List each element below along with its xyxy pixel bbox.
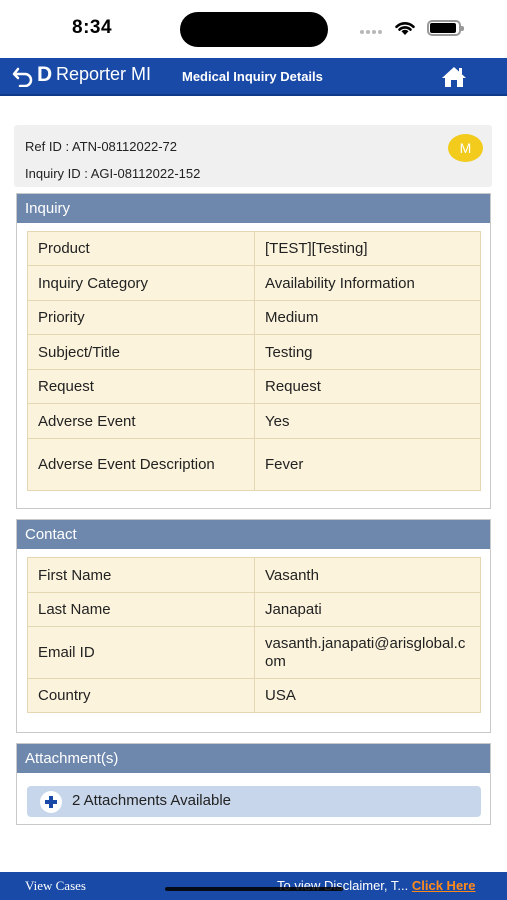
attachments-section: Attachment(s) 2 Attachments Available [16, 743, 491, 825]
click-here-link[interactable]: Click Here [412, 878, 476, 893]
app-name: Reporter MI [56, 64, 152, 84]
table-row: Email ID vasanth.janapati@arisglobal.com [27, 626, 481, 679]
row-value: Vasanth [254, 557, 481, 593]
table-row: Subject/Title Testing [27, 334, 481, 370]
view-cases-link[interactable]: View Cases [25, 878, 86, 894]
app-header: D Reporter MI Medical Inquiry Details [0, 58, 507, 96]
row-value: Availability Information [254, 265, 481, 301]
page-title: Medical Inquiry Details [182, 69, 323, 84]
row-value: Fever [254, 438, 481, 491]
section-heading: Attachment(s) [17, 744, 490, 773]
home-indicator [165, 887, 343, 891]
email-value[interactable]: vasanth.janapati@arisglobal.com [254, 626, 481, 679]
row-label: Email ID [27, 626, 255, 679]
signal-icon [360, 30, 384, 36]
table-row: Product [TEST][Testing] [27, 231, 481, 266]
row-value: Yes [254, 403, 481, 439]
row-value: USA [254, 678, 481, 713]
row-value: Janapati [254, 592, 481, 627]
footer-bar: View Cases To view Disclaimer, T... Clic… [0, 872, 507, 900]
row-value: Request [254, 369, 481, 404]
reference-card: Ref ID : ATN-08112022-72 Inquiry ID : AG… [14, 125, 492, 187]
row-label: Adverse Event [27, 403, 255, 439]
table-row: Adverse Event Description Fever [27, 438, 481, 491]
row-value: Medium [254, 300, 481, 335]
row-label: Adverse Event Description [27, 438, 255, 491]
row-label: Product [27, 231, 255, 266]
attachments-label: 2 Attachments Available [72, 792, 231, 809]
row-value: Testing [254, 334, 481, 370]
table-row: Country USA [27, 678, 481, 713]
app-logo: D [37, 63, 53, 86]
priority-badge: M [448, 134, 483, 162]
status-time: 8:34 [72, 17, 113, 38]
back-arrow-icon[interactable] [12, 65, 34, 87]
row-label: Request [27, 369, 255, 404]
home-icon[interactable] [441, 66, 467, 88]
table-row: Last Name Janapati [27, 592, 481, 627]
section-heading: Contact [17, 520, 490, 549]
row-label: Country [27, 678, 255, 713]
inquiry-section: Inquiry Product [TEST][Testing] Inquiry … [16, 193, 491, 509]
section-heading: Inquiry [17, 194, 490, 223]
plus-icon [40, 791, 62, 813]
table-row: Adverse Event Yes [27, 403, 481, 439]
contact-section: Contact First Name Vasanth Last Name Jan… [16, 519, 491, 733]
row-value: [TEST][Testing] [254, 231, 481, 266]
row-label: Priority [27, 300, 255, 335]
attachments-button[interactable]: 2 Attachments Available [27, 786, 481, 817]
inquiry-table: Product [TEST][Testing] Inquiry Category… [27, 231, 481, 491]
row-label: Inquiry Category [27, 265, 255, 301]
status-bar: 8:34 [0, 0, 507, 58]
dynamic-island [180, 12, 328, 47]
table-row: First Name Vasanth [27, 557, 481, 593]
inquiry-id: Inquiry ID : AGI-08112022-152 [25, 166, 201, 181]
table-row: Inquiry Category Availability Informatio… [27, 265, 481, 301]
table-row: Priority Medium [27, 300, 481, 335]
wifi-icon [395, 22, 415, 35]
row-label: Last Name [27, 592, 255, 627]
battery-icon [427, 20, 464, 36]
ref-id: Ref ID : ATN-08112022-72 [25, 139, 177, 154]
table-row: Request Request [27, 369, 481, 404]
contact-table: First Name Vasanth Last Name Janapati Em… [27, 557, 481, 713]
row-label: First Name [27, 557, 255, 593]
row-label: Subject/Title [27, 334, 255, 370]
